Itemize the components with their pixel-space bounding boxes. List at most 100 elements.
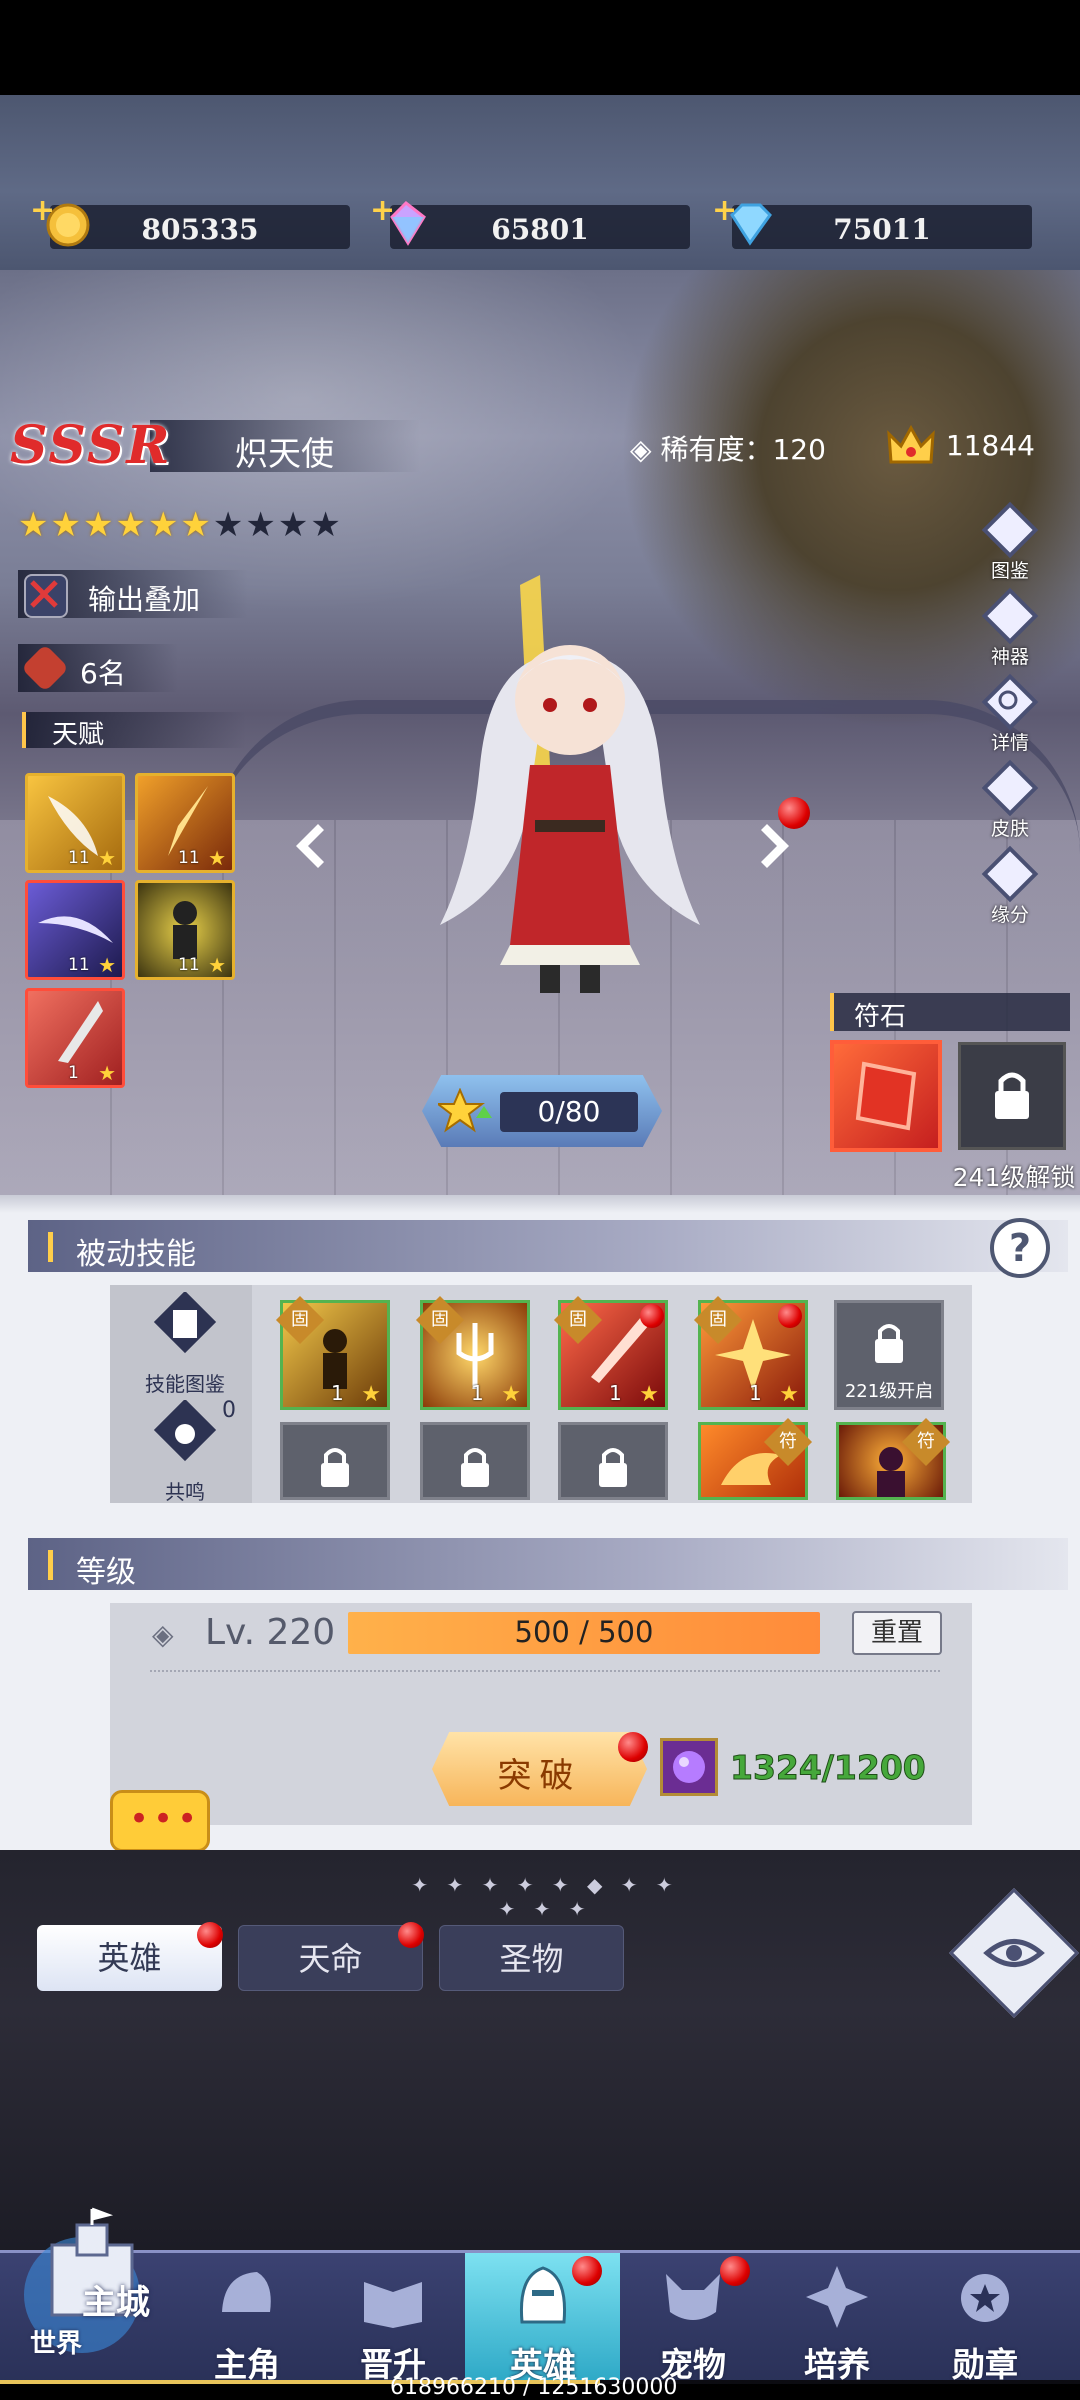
dotted-divider — [150, 1670, 940, 1672]
passive-skill-header: 被动技能 — [28, 1220, 1068, 1272]
chat-dots: ••• — [129, 1799, 202, 1839]
skill-codex-label: 技能图鉴 — [145, 1372, 225, 1396]
codex-button[interactable]: 图鉴 — [980, 500, 1040, 582]
diamond-bullet-icon: ◈ — [152, 1618, 174, 1651]
compass-star-icon — [806, 2266, 868, 2328]
notification-dot — [398, 1922, 424, 1948]
talent-level: 1 — [68, 1063, 79, 1083]
header-accent — [48, 1550, 53, 1580]
star-filled-icon: ★ — [115, 505, 148, 545]
nav-train[interactable]: 培养 — [762, 2262, 912, 2384]
talent-level: 11 — [178, 955, 200, 975]
help-button[interactable]: ? — [990, 1218, 1050, 1278]
rune-skill-slot[interactable]: 符 — [698, 1417, 813, 1500]
lock-icon — [875, 1324, 903, 1363]
skill-codex-button[interactable]: 技能图鉴 — [130, 1290, 240, 1396]
world-button[interactable]: 主城 世界 — [12, 2205, 172, 2375]
nav-train-label: 培养 — [804, 2345, 870, 2384]
codex-label: 图鉴 — [990, 560, 1029, 582]
notification-dot — [720, 2256, 750, 2286]
reset-button[interactable]: 重置 — [852, 1611, 942, 1655]
level-header: 等级 — [28, 1538, 1068, 1590]
tab-destiny[interactable]: 天命 — [238, 1925, 423, 1991]
rarity-badge: SSSR — [10, 415, 172, 476]
prev-hero-arrow-icon[interactable] — [288, 820, 340, 872]
rune-skill-slot[interactable]: 符 — [836, 1417, 951, 1500]
locked-skill-slot[interactable]: 221级开启 — [834, 1300, 944, 1410]
diamond-value: 75011 — [833, 213, 931, 246]
purple-orb-icon — [660, 1738, 718, 1796]
artifact-button[interactable]: 神器 — [980, 586, 1040, 668]
talent-level: 11 — [68, 848, 90, 868]
power-value: 11844 — [945, 429, 1035, 462]
skill-star-icon: ★ — [779, 1382, 799, 1407]
star-empty-icon: ★ — [277, 505, 311, 545]
bond-button[interactable]: 缘分 — [980, 844, 1040, 926]
talent-star-icon: ★ — [98, 1061, 116, 1085]
rune-locked-slot[interactable] — [958, 1042, 1066, 1150]
star-exp-value: 0/80 — [537, 1095, 601, 1128]
hero-portrait[interactable] — [400, 565, 730, 1005]
heart-icon — [981, 845, 1039, 903]
eye-icon — [983, 1939, 1045, 1967]
chat-button[interactable]: ••• — [110, 1790, 210, 1852]
rune-slot[interactable] — [830, 1040, 942, 1152]
diamond-bullet-icon: ◈ — [630, 433, 652, 466]
header-accent — [48, 1232, 53, 1262]
gold-counter[interactable]: + 805335 — [30, 193, 350, 249]
breakthrough-label[interactable]: 突破 — [432, 1748, 647, 1797]
hero-role-tag[interactable]: 输出叠加 — [18, 570, 248, 618]
book-icon — [153, 1290, 217, 1354]
medal-icon — [961, 2274, 1009, 2322]
talent-star-icon: ★ — [208, 953, 226, 977]
lock-icon — [599, 1448, 627, 1487]
hero-name: 炽天使 — [235, 434, 334, 473]
footer-counter: 618966210 / 1251630000 — [390, 2375, 678, 2400]
skill-level: 1 — [749, 1381, 762, 1405]
locked-skill-slot[interactable] — [420, 1422, 530, 1500]
nav-medal[interactable]: 勋章 — [910, 2262, 1060, 2384]
passive-skill-slot[interactable]: 固 1 ★ — [415, 1295, 530, 1410]
diamond-counter[interactable]: + 75011 — [712, 193, 1032, 249]
artifact-label: 神器 — [990, 646, 1029, 668]
nav-promote[interactable]: 晋升 — [318, 2262, 468, 2384]
book-wings-icon — [364, 2282, 422, 2328]
talent-slot[interactable]: 1 ★ — [25, 988, 125, 1088]
talent-slot[interactable]: 11 ★ — [25, 773, 125, 873]
rarity-stat: ◈ 稀有度：120 — [630, 428, 826, 468]
talent-slot[interactable]: 11 ★ — [25, 880, 125, 980]
notification-dot — [618, 1732, 648, 1762]
nav-protagonist[interactable]: 主角 — [172, 2262, 322, 2384]
crystal-counter[interactable]: + 65801 — [370, 193, 690, 249]
locked-skill-slot[interactable] — [280, 1422, 390, 1500]
rarity-value: 120 — [772, 433, 826, 466]
tab-relic[interactable]: 圣物 — [439, 1925, 624, 1991]
tab-hero[interactable]: 英雄 — [37, 1925, 222, 1991]
resonance-button[interactable]: 共鸣 0 — [130, 1398, 240, 1504]
passive-skill-slot[interactable]: 固 1 ★ — [275, 1295, 390, 1410]
skill-level: 1 — [609, 1381, 622, 1405]
star-empty-icon: ★ — [212, 505, 246, 545]
lock-icon — [995, 1072, 1029, 1119]
knight-helmet-icon — [519, 2266, 567, 2324]
ornament-divider: ✦ ✦ ✦ ✦ ✦ ◆ ✦ ✦ ✦ ✦ ✦ — [411, 1873, 679, 1921]
star-filled-icon: ★ — [147, 505, 181, 545]
talent-header: 天赋 — [22, 712, 246, 750]
talent-slot[interactable]: 11 ★ — [135, 880, 235, 980]
star-upgrade-icon — [438, 1088, 492, 1133]
breakthrough-cost: 1324/1200 — [730, 1748, 927, 1788]
talent-title: 天赋 — [52, 720, 105, 750]
talent-slot[interactable]: 11 ★ — [135, 773, 235, 873]
hero-role-label: 输出叠加 — [88, 583, 201, 616]
talent-level: 11 — [178, 848, 200, 868]
resonance-count: 0 — [222, 1398, 236, 1423]
hero-rank-tag[interactable]: 6名 — [18, 643, 178, 693]
shirt-icon — [981, 759, 1039, 817]
locked-skill-slot[interactable] — [558, 1422, 668, 1500]
details-button[interactable]: 详情 — [980, 672, 1040, 754]
bond-label: 缘分 — [990, 904, 1029, 926]
skin-button[interactable]: 皮肤 — [980, 758, 1040, 840]
star-filled-icon: ★ — [18, 505, 51, 545]
talent-star-icon: ★ — [208, 846, 226, 870]
talent-star-icon: ★ — [98, 953, 116, 977]
